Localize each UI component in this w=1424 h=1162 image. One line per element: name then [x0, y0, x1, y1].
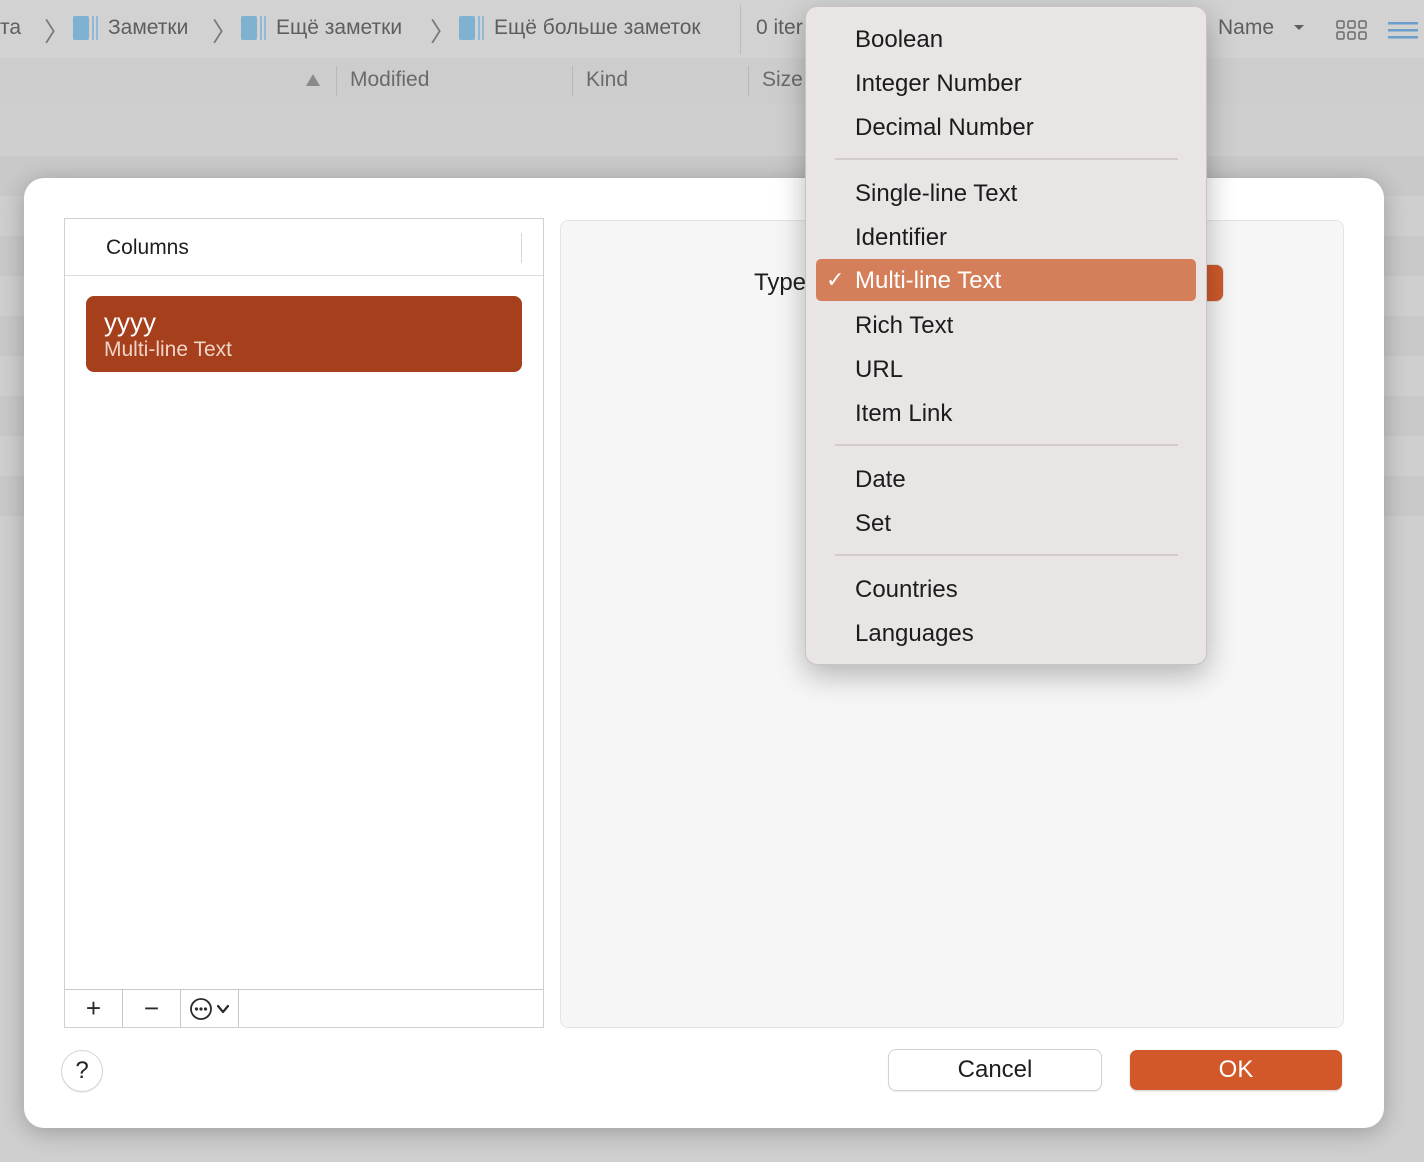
menu-item-label: Multi-line Text: [855, 267, 1002, 294]
grid-view-icon[interactable]: [1336, 20, 1368, 40]
menu-item-label: URL: [855, 356, 904, 383]
menu-item-label: Languages: [855, 620, 974, 647]
remove-column-button[interactable]: −: [123, 990, 181, 1027]
column-item-yyyy[interactable]: yyyy Multi-line Text: [86, 296, 522, 372]
columns-list-toolbar: + −: [65, 989, 543, 1027]
breadcrumb-notes[interactable]: Заметки: [108, 16, 188, 40]
sort-by-label[interactable]: Name: [1218, 16, 1274, 40]
column-modified[interactable]: Modified: [350, 68, 429, 92]
list-view-icon[interactable]: [1388, 20, 1418, 42]
notebook-icon: [459, 16, 484, 40]
menu-item-label: Countries: [855, 576, 958, 603]
menu-item-languages[interactable]: Languages: [816, 612, 1196, 654]
column-divider: [572, 66, 573, 96]
menu-item-label: Set: [855, 510, 892, 537]
notebook-icon: [241, 16, 266, 40]
menu-item-label: Integer Number: [855, 70, 1022, 97]
menu-item-label: Boolean: [855, 26, 944, 53]
column-divider: [748, 66, 749, 96]
column-item-name: yyyy: [104, 307, 156, 337]
menu-item-countries[interactable]: Countries: [816, 568, 1196, 610]
menu-item-decimal-number[interactable]: Decimal Number: [816, 106, 1196, 148]
menu-item-label: Decimal Number: [855, 114, 1034, 141]
type-dropdown-menu: Boolean Integer Number Decimal Number Si…: [805, 6, 1207, 665]
column-divider: [336, 66, 337, 96]
more-actions-button[interactable]: [181, 990, 239, 1027]
breadcrumb-separator-icon: 〉: [212, 17, 239, 47]
notebook-icon: [73, 16, 98, 40]
add-column-button[interactable]: +: [65, 990, 123, 1027]
breadcrumb-even-more-notes[interactable]: Ещё больше заметок: [494, 16, 701, 40]
menu-item-label: Single-line Text: [855, 180, 1018, 207]
ok-button[interactable]: OK: [1130, 1050, 1342, 1090]
list-column-header: Modified Kind Size: [0, 58, 1424, 104]
item-count: 0 iter: [756, 16, 803, 39]
columns-header-label: Columns: [106, 236, 189, 259]
menu-item-label: Identifier: [855, 224, 948, 251]
breadcrumb-more-notes[interactable]: Ещё заметки: [276, 16, 402, 40]
plus-icon: +: [85, 993, 102, 1023]
cancel-button[interactable]: Cancel: [889, 1050, 1101, 1090]
menu-item-boolean[interactable]: Boolean: [816, 18, 1196, 60]
path-bar: та 〉 Заметки 〉 Ещё заметки 〉 Ещё больше …: [0, 0, 1424, 59]
column-item-type: Multi-line Text: [104, 338, 232, 361]
menu-separator: [835, 158, 1178, 160]
checkmark-icon: ✓: [826, 267, 845, 292]
ellipsis-circle-icon: [189, 997, 229, 1020]
menu-item-label: Item Link: [855, 400, 953, 427]
menu-separator: [835, 554, 1178, 556]
menu-item-integer-number[interactable]: Integer Number: [816, 62, 1196, 104]
menu-item-rich-text[interactable]: Rich Text: [816, 304, 1196, 346]
columns-list-panel: Columns yyyy Multi-line Text + −: [64, 218, 544, 1028]
menu-item-label: Date: [855, 466, 906, 493]
toolbar-divider: [740, 4, 741, 54]
menu-item-multi-line-text[interactable]: ✓ Multi-line Text: [816, 259, 1196, 301]
breadcrumb-separator-icon: 〉: [430, 17, 457, 47]
menu-separator: [835, 444, 1178, 446]
help-icon: ?: [75, 1057, 89, 1084]
breadcrumb-separator-icon: 〉: [44, 17, 71, 47]
menu-item-single-line-text[interactable]: Single-line Text: [816, 172, 1196, 214]
column-resize-handle[interactable]: [521, 233, 522, 263]
menu-item-identifier[interactable]: Identifier: [816, 216, 1196, 258]
minus-icon: −: [143, 993, 160, 1023]
menu-item-set[interactable]: Set: [816, 502, 1196, 544]
columns-list-header: Columns: [65, 219, 543, 276]
menu-item-url[interactable]: URL: [816, 348, 1196, 390]
menu-item-item-link[interactable]: Item Link: [816, 392, 1196, 434]
column-kind[interactable]: Kind: [586, 68, 628, 92]
column-size[interactable]: Size: [762, 68, 803, 92]
menu-item-label: Rich Text: [855, 312, 954, 339]
menu-item-date[interactable]: Date: [816, 458, 1196, 500]
sort-ascending-icon[interactable]: [305, 73, 321, 87]
breadcrumb-partial[interactable]: та: [0, 16, 21, 40]
chevron-down-icon[interactable]: [1293, 24, 1305, 32]
type-label: Type: [754, 269, 807, 296]
help-button[interactable]: ?: [62, 1051, 102, 1091]
